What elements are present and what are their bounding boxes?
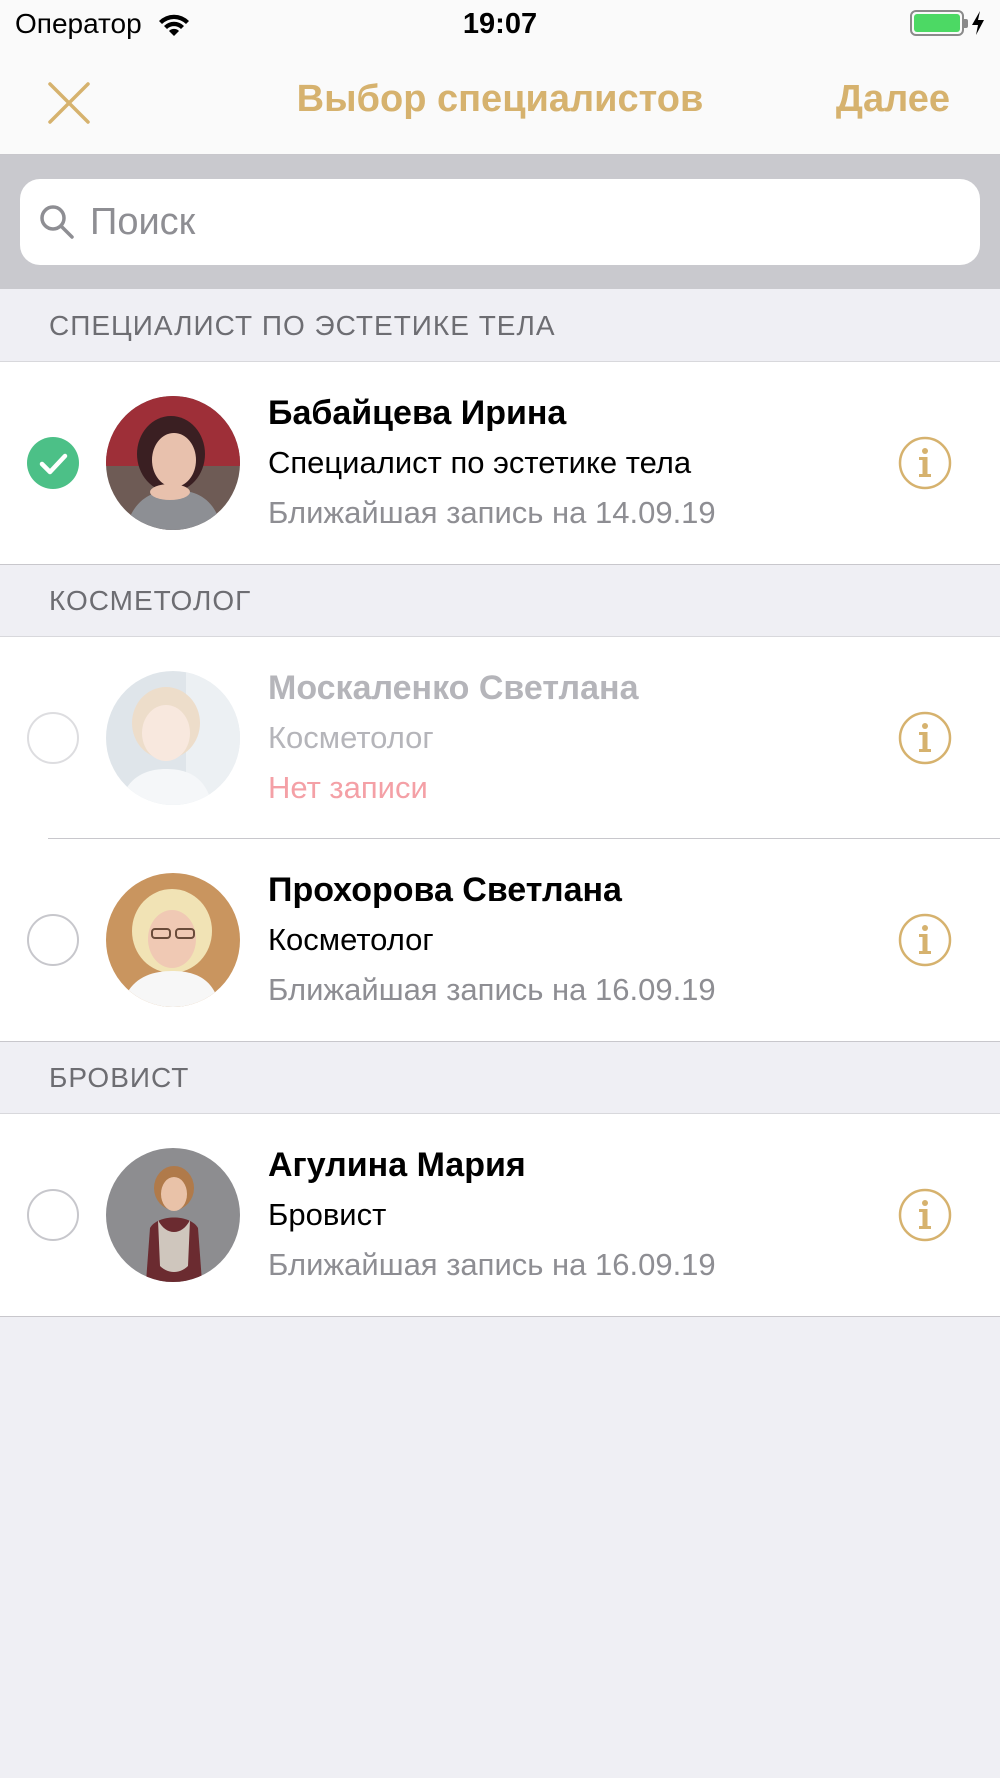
info-button[interactable]: [898, 436, 952, 490]
next-button[interactable]: Далее: [836, 78, 950, 121]
status-time: 19:07: [462, 8, 538, 40]
section-header-brow-specialist: БРОВИСТ: [0, 1042, 1000, 1114]
specialist-name: Бабайцева Ирина: [268, 394, 567, 432]
battery-level: [914, 14, 960, 32]
specialist-role: Косметолог: [268, 720, 434, 755]
specialist-row[interactable]: Москаленко Светлана Косметолог Нет запис…: [0, 637, 1000, 839]
nearest-appointment: Ближайшая запись на 16.09.19: [268, 1247, 716, 1282]
section-title: СПЕЦИАЛИСТ ПО ЭСТЕТИКЕ ТЕЛА: [49, 309, 556, 341]
specialist-name: Москаленко Светлана: [268, 669, 639, 707]
info-icon: [898, 711, 952, 765]
section-title: БРОВИСТ: [49, 1061, 190, 1093]
no-appointment-label: Нет записи: [268, 770, 428, 805]
selection-checkbox[interactable]: [27, 437, 79, 489]
info-button[interactable]: [898, 1188, 952, 1242]
specialist-role: Косметолог: [268, 922, 434, 957]
selection-checkbox[interactable]: [27, 712, 79, 764]
status-bar: Оператор 19:07: [0, 0, 1000, 52]
section-title: КОСМЕТОЛОГ: [49, 584, 252, 616]
specialist-info: Агулина Мария Бровист Ближайшая запись н…: [268, 1140, 868, 1290]
specialist-role: Специалист по эстетике тела: [268, 445, 692, 480]
info-icon: [898, 913, 952, 967]
specialist-row[interactable]: Агулина Мария Бровист Ближайшая запись н…: [0, 1114, 1000, 1317]
info-button[interactable]: [898, 711, 952, 765]
specialist-info: Прохорова Светлана Косметолог Ближайшая …: [268, 865, 868, 1015]
info-icon: [898, 436, 952, 490]
nearest-appointment: Ближайшая запись на 16.09.19: [268, 972, 716, 1007]
search-bar: Поиск: [0, 155, 1000, 289]
avatar: [106, 873, 240, 1007]
section-header-cosmetologist: КОСМЕТОЛОГ: [0, 565, 1000, 637]
search-input[interactable]: Поиск: [20, 179, 980, 265]
info-icon: [898, 1188, 952, 1242]
avatar: [106, 396, 240, 530]
specialist-info: Бабайцева Ирина Специалист по эстетике т…: [268, 388, 868, 538]
specialist-row[interactable]: Прохорова Светлана Косметолог Ближайшая …: [0, 839, 1000, 1042]
search-icon: [40, 205, 74, 239]
info-button[interactable]: [898, 913, 952, 967]
search-placeholder: Поиск: [90, 200, 196, 243]
battery-indicator: [910, 10, 986, 36]
selection-checkbox[interactable]: [27, 914, 79, 966]
nearest-appointment: Ближайшая запись на 14.09.19: [268, 495, 716, 530]
section-header-body-aesthetics: СПЕЦИАЛИСТ ПО ЭСТЕТИКЕ ТЕЛА: [0, 290, 1000, 362]
specialist-name: Прохорова Светлана: [268, 871, 622, 909]
specialist-name: Агулина Мария: [268, 1146, 526, 1184]
navigation-bar: Выбор специалистов Далее: [0, 52, 1000, 155]
specialist-row[interactable]: Бабайцева Ирина Специалист по эстетике т…: [0, 362, 1000, 565]
specialist-info: Москаленко Светлана Косметолог Нет запис…: [268, 663, 868, 813]
specialist-role: Бровист: [268, 1197, 387, 1232]
battery-icon: [910, 10, 968, 36]
avatar: [106, 671, 240, 805]
selection-checkbox[interactable]: [27, 1189, 79, 1241]
checkmark-icon: [39, 453, 68, 475]
lightning-icon: [970, 10, 986, 36]
avatar: [106, 1148, 240, 1282]
